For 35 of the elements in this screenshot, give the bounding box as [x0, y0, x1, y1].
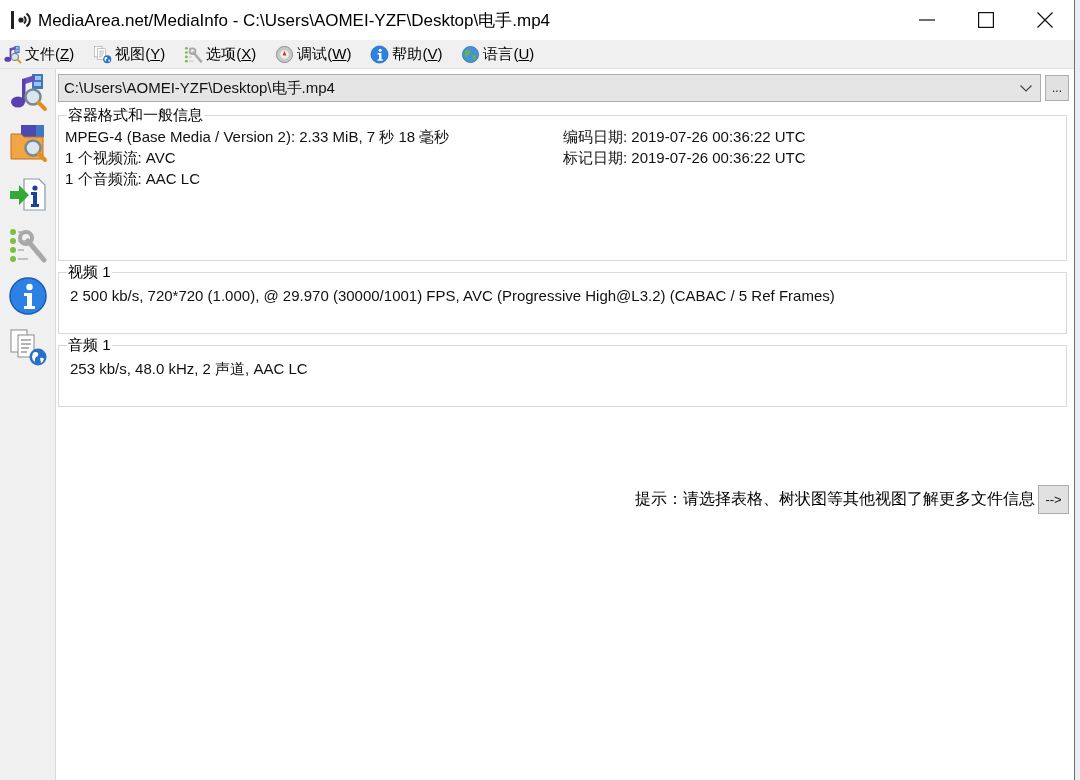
info-icon[interactable]: [7, 276, 48, 316]
maximize-icon: [977, 12, 994, 28]
hint-text: 提示：请选择表格、树状图等其他视图了解更多文件信息: [635, 489, 1035, 509]
group-title: 音频 1: [67, 336, 112, 354]
info-text: 253 kb/s, 48.0 kHz, 2 声道, AAC LC: [70, 359, 309, 379]
documents-globe-icon[interactable]: [7, 327, 48, 367]
menu-item[interactable]: 选项(X): [184, 44, 257, 64]
disc-icon: [275, 44, 295, 64]
menu-item[interactable]: 调试(W): [275, 44, 352, 64]
folder-magnifier-icon[interactable]: [7, 123, 48, 163]
chevron-down-icon: [1020, 84, 1032, 92]
info-text: 标记日期: 2019-07-26 00:36:22 UTC: [563, 148, 807, 168]
menu-item[interactable]: 视图(Y): [93, 44, 166, 64]
menu-item[interactable]: 帮助(V): [370, 44, 443, 64]
info-text: MPEG-4 (Base Media / Version 2): 2.33 MiB, 7 秒 18 毫秒: [65, 127, 451, 147]
info-icon: [370, 44, 390, 64]
info-text: 2 500 kb/s, 720*720 (1.000), @ 29.970 (30000/1001) FPS, AVC (Progressive High@L3.2) (CABAC / 5 Ref Frames): [70, 286, 836, 306]
window-title: MediaArea.net/MediaInfo - C:\Users\AOMEI-YZF\Desktop\电手.mp4: [38, 9, 552, 32]
info-text: 1 个音频流: AAC LC: [65, 169, 202, 189]
info-text: 编码日期: 2019-07-26 00:36:22 UTC: [563, 127, 807, 147]
file-path-combo[interactable]: C:\Users\AOMEI-YZF\Desktop\电手.mp4: [58, 74, 1041, 102]
menu-item[interactable]: 语言(U): [461, 44, 535, 64]
close-icon: [1036, 12, 1053, 28]
documents-globe-icon: [93, 44, 113, 64]
group-title: 容器格式和一般信息: [67, 106, 204, 124]
menu-item[interactable]: 文件(Z): [3, 44, 75, 64]
browse-button[interactable]: ...: [1045, 75, 1069, 101]
music-note-magnifier-icon: [3, 44, 22, 64]
wrench-list-icon: [184, 44, 204, 64]
app-logo-icon: [10, 9, 32, 31]
group-title: 视频 1: [67, 263, 112, 281]
next-view-button[interactable]: -->: [1038, 485, 1069, 514]
globe-icon: [461, 44, 481, 64]
info-text: 1 个视频流: AVC: [65, 148, 177, 168]
minimize-icon: [918, 19, 935, 21]
